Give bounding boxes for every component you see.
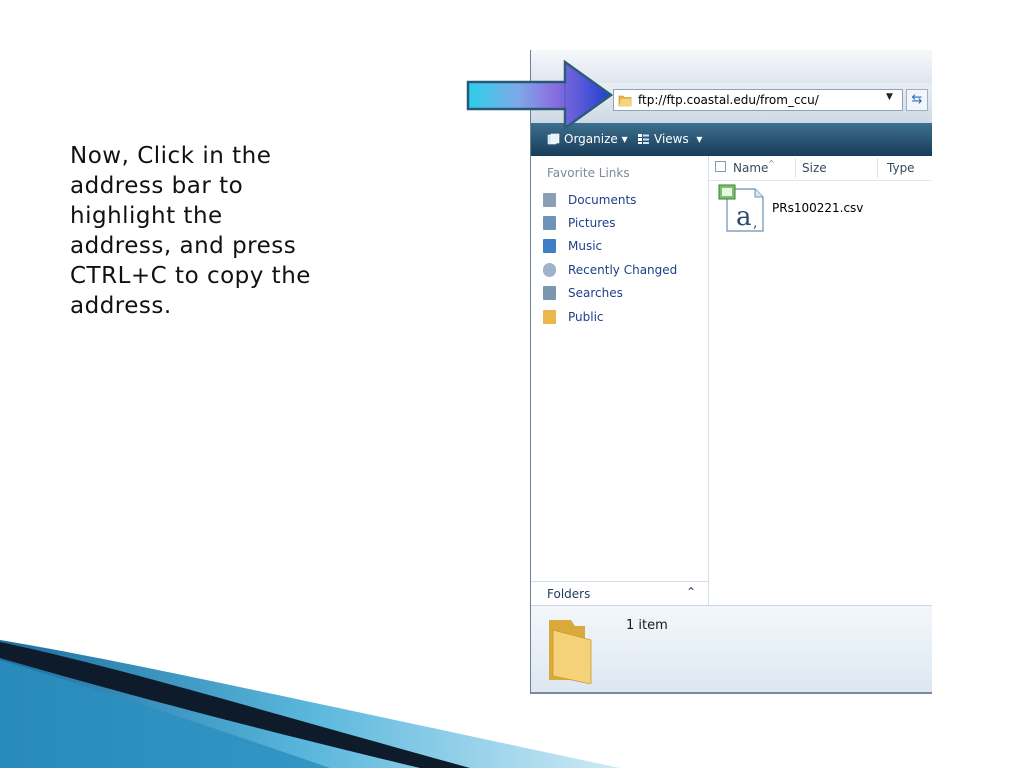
column-size-label: Size — [802, 161, 827, 175]
address-dropdown-icon[interactable]: ▼ — [886, 92, 893, 102]
column-divider[interactable] — [795, 158, 796, 178]
views-button[interactable]: Views ▾ — [637, 132, 702, 146]
folder-icon — [618, 95, 632, 107]
nav-item-pictures[interactable]: Pictures — [543, 216, 616, 236]
instruction-line: address. — [70, 293, 172, 319]
views-label: Views — [654, 132, 689, 146]
highlight-arrow-icon — [466, 59, 614, 131]
nav-item-label: Searches — [568, 286, 623, 300]
instruction-line: Now, Click in the — [70, 143, 272, 169]
address-text[interactable]: ftp://ftp.coastal.edu/from_ccu/ — [638, 93, 819, 107]
documents-icon — [543, 193, 556, 207]
column-type[interactable]: Type — [887, 161, 915, 175]
chevron-up-icon: ⌃ — [686, 585, 697, 599]
column-divider[interactable] — [877, 158, 878, 178]
file-name: PRs100221.csv — [772, 201, 864, 215]
navigation-pane: Favorite Links Documents Pictures Music … — [531, 156, 709, 581]
nav-item-label: Pictures — [568, 216, 616, 230]
instruction-line: CTRL+C to copy the — [70, 263, 311, 289]
nav-item-label: Music — [568, 239, 603, 253]
music-icon — [543, 239, 556, 253]
organize-icon — [547, 133, 560, 145]
pictures-icon — [543, 216, 556, 230]
svg-text:,: , — [753, 215, 757, 231]
favorite-links-title: Favorite Links — [547, 166, 630, 180]
item-count: 1 item — [626, 618, 668, 633]
recently-changed-icon — [543, 263, 556, 277]
nav-item-label: Public — [568, 310, 604, 324]
details-pane: 1 item — [531, 605, 932, 692]
views-icon — [638, 134, 649, 144]
searches-icon — [543, 286, 556, 300]
column-header: ^ Name Size Type — [709, 156, 932, 181]
instruction-line: address, and press — [70, 233, 297, 259]
refresh-button[interactable]: ⇆ — [906, 89, 928, 111]
public-folder-icon — [543, 310, 556, 324]
select-all-checkbox[interactable] — [715, 161, 726, 172]
folder-large-icon — [549, 620, 592, 684]
instruction-line: address bar to — [70, 173, 244, 199]
sort-caret-icon: ^ — [768, 159, 775, 168]
address-bar[interactable]: ftp://ftp.coastal.edu/from_ccu/ ▼ — [613, 89, 903, 111]
nav-item-recently-changed[interactable]: Recently Changed — [543, 263, 677, 283]
nav-item-label: Recently Changed — [568, 263, 678, 277]
column-type-label: Type — [887, 161, 915, 175]
csv-file-icon: a , — [718, 184, 764, 232]
refresh-icon: ⇆ — [911, 92, 923, 107]
organize-label: Organize — [564, 132, 618, 146]
instruction-line: highlight the — [70, 203, 223, 229]
organize-button[interactable]: Organize ▾ — [547, 132, 628, 146]
instruction-text: Now, Click in the address bar to highlig… — [70, 141, 360, 321]
nav-item-label: Documents — [568, 193, 637, 207]
column-name-label: Name — [733, 161, 769, 175]
nav-item-music[interactable]: Music — [543, 239, 602, 259]
nav-item-searches[interactable]: Searches — [543, 286, 623, 306]
svg-text:a: a — [736, 202, 752, 232]
column-size[interactable]: Size — [802, 161, 827, 175]
explorer-window: ftp://ftp.coastal.edu/from_ccu/ ▼ ⇆ Orga… — [530, 50, 932, 694]
column-name[interactable]: ^ Name — [733, 159, 775, 175]
nav-item-documents[interactable]: Documents — [543, 193, 636, 213]
file-item[interactable]: a , PRs100221.csv — [717, 183, 917, 235]
decorative-swoosh — [0, 640, 620, 768]
folders-label: Folders — [547, 587, 591, 601]
folders-toggle[interactable]: Folders ⌃ — [531, 581, 709, 606]
nav-item-public[interactable]: Public — [543, 310, 604, 330]
